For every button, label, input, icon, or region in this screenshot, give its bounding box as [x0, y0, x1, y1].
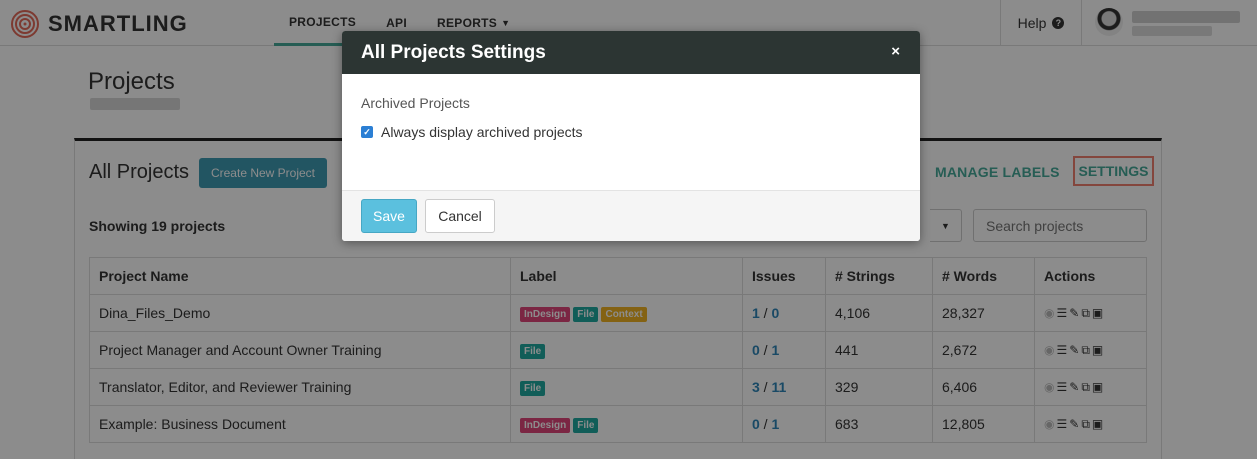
modal-body: Archived Projects ✓ Always display archi… [342, 74, 920, 190]
archived-projects-label: Archived Projects [361, 95, 470, 111]
archived-checkbox-label[interactable]: Always display archived projects [381, 124, 583, 140]
archived-checkbox-row[interactable]: ✓ Always display archived projects [361, 124, 901, 140]
cancel-button[interactable]: Cancel [425, 199, 495, 233]
modal-footer: Save Cancel [342, 190, 920, 241]
save-button[interactable]: Save [361, 199, 417, 233]
archived-checkbox[interactable]: ✓ [361, 126, 373, 138]
settings-modal: All Projects Settings × Archived Project… [342, 31, 920, 241]
modal-header: All Projects Settings × [342, 31, 920, 74]
close-icon[interactable]: × [891, 43, 900, 60]
modal-title: All Projects Settings [361, 41, 546, 63]
